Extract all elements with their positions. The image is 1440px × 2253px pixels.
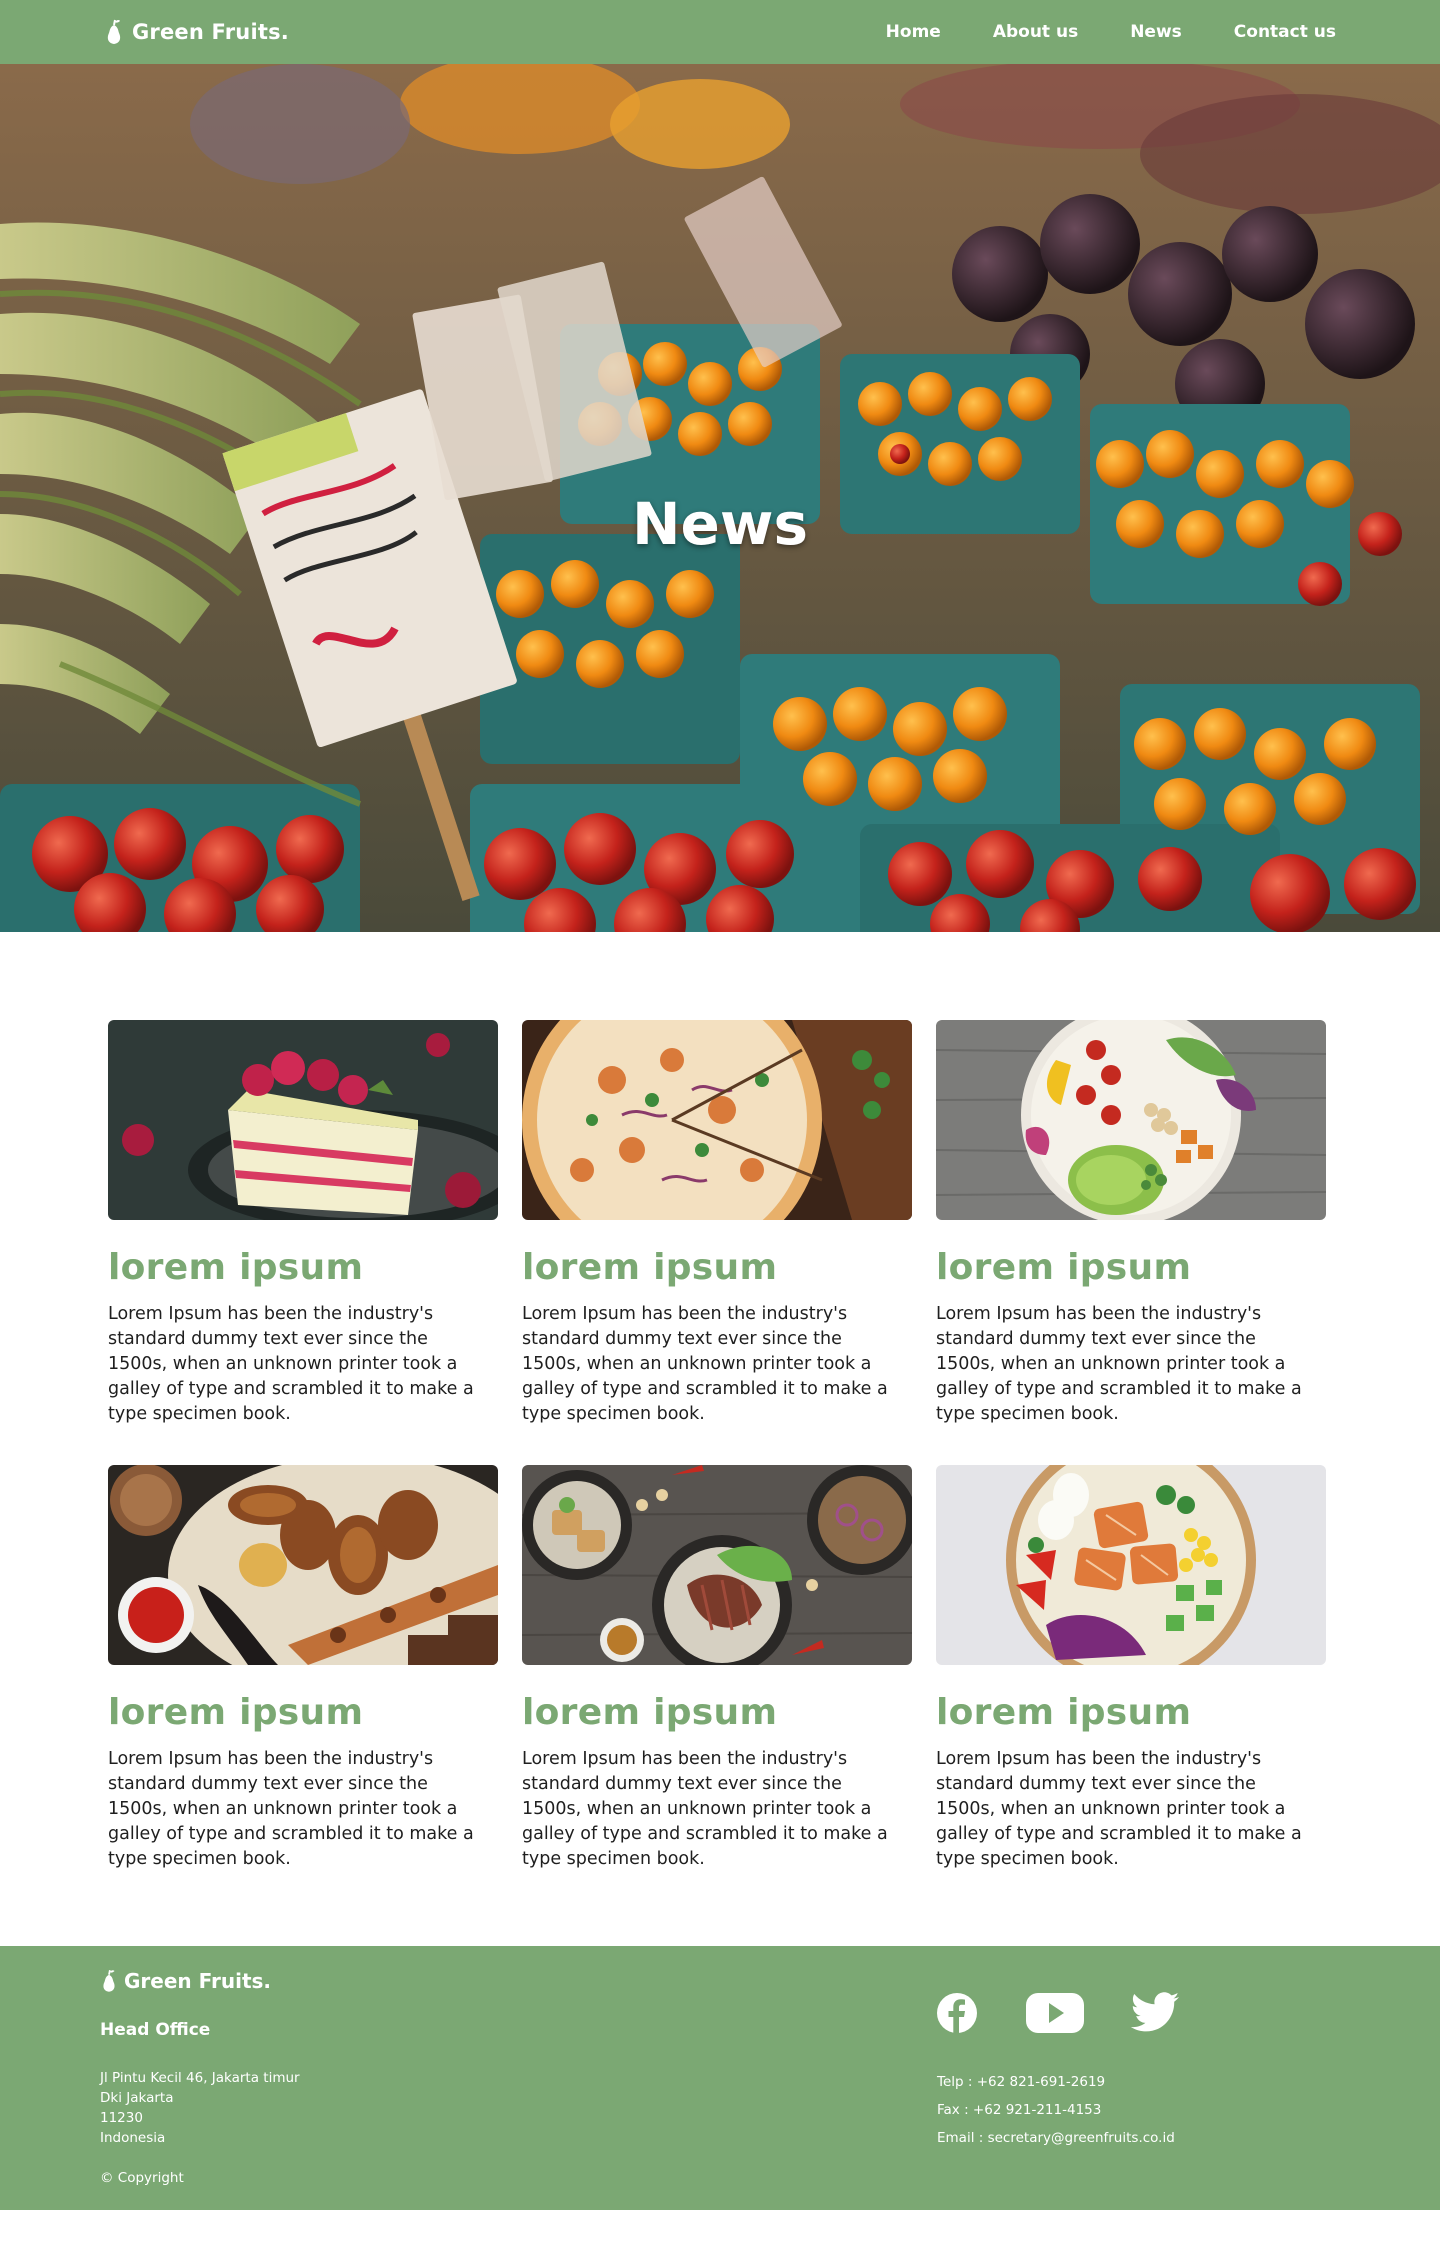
pizza-photo bbox=[522, 1020, 912, 1220]
email-address[interactable]: Email : secretary@greenfruits.co.id bbox=[937, 2124, 1175, 2152]
news-section: lorem ipsum Lorem Ipsum has been the ind… bbox=[0, 932, 1440, 1946]
steak-dishes-photo bbox=[522, 1465, 912, 1665]
social-links bbox=[936, 1992, 1180, 2038]
brand-logo-link[interactable]: Green Fruits. bbox=[104, 16, 289, 48]
pear-icon bbox=[103, 1970, 115, 1992]
card-text: Lorem Ipsum has been the industry's stan… bbox=[522, 1304, 888, 1424]
address-line: Jl Pintu Kecil 46, Jakarta timur bbox=[100, 2070, 300, 2086]
nav-link-about-us[interactable]: About us bbox=[993, 22, 1078, 42]
card-image[interactable] bbox=[936, 1020, 1326, 1220]
raspberry-cake-photo bbox=[108, 1020, 498, 1220]
address-line: Dki Jakarta bbox=[100, 2090, 174, 2106]
footer-brand-name: Green Fruits. bbox=[124, 1969, 272, 1993]
card-title[interactable]: lorem ipsum bbox=[108, 1691, 498, 1735]
news-card[interactable]: lorem ipsum Lorem Ipsum has been the ind… bbox=[522, 1465, 912, 1872]
head-office-heading: Head Office bbox=[100, 2020, 211, 2040]
site-footer: Green Fruits. Head Office Jl Pintu Kecil… bbox=[0, 1946, 1440, 2210]
contact-info: Telp : +62 821-691-2619 Fax : +62 921-21… bbox=[937, 2068, 1175, 2152]
top-navbar: Green Fruits. Home About us News Contact… bbox=[0, 0, 1440, 64]
card-image[interactable] bbox=[522, 1465, 912, 1665]
salad-bowl-photo bbox=[936, 1020, 1326, 1220]
office-address: Jl Pintu Kecil 46, Jakarta timur Dki Jak… bbox=[100, 2068, 300, 2148]
news-grid: lorem ipsum Lorem Ipsum has been the ind… bbox=[108, 1020, 1440, 1872]
footer-brand: Green Fruits. bbox=[100, 1968, 271, 1994]
news-card[interactable]: lorem ipsum Lorem Ipsum has been the ind… bbox=[108, 1020, 498, 1427]
nav-link-contact-us[interactable]: Contact us bbox=[1234, 22, 1336, 42]
card-image[interactable] bbox=[108, 1020, 498, 1220]
phone-number: Telp : +62 821-691-2619 bbox=[937, 2074, 1106, 2090]
card-text: Lorem Ipsum has been the industry's stan… bbox=[936, 1304, 1302, 1424]
salmon-salad-bowl-photo bbox=[936, 1465, 1326, 1665]
card-text: Lorem Ipsum has been the industry's stan… bbox=[108, 1304, 474, 1424]
card-title[interactable]: lorem ipsum bbox=[522, 1691, 912, 1735]
copyright-text: © Copyright bbox=[100, 2170, 184, 2186]
card-title[interactable]: lorem ipsum bbox=[522, 1246, 912, 1290]
address-line: 11230 bbox=[100, 2110, 143, 2126]
card-title[interactable]: lorem ipsum bbox=[936, 1246, 1326, 1290]
card-text: Lorem Ipsum has been the industry's stan… bbox=[522, 1749, 888, 1869]
fax-number: Fax : +62 921-211-4153 bbox=[937, 2102, 1102, 2118]
hero-banner: News bbox=[0, 64, 1440, 932]
address-line: Indonesia bbox=[100, 2130, 166, 2146]
nav-link-news[interactable]: News bbox=[1130, 22, 1182, 42]
grilled-meat-platter-photo bbox=[108, 1465, 498, 1665]
pear-icon bbox=[107, 19, 121, 44]
main-menu: Home About us News Contact us bbox=[886, 0, 1336, 64]
twitter-icon[interactable] bbox=[1130, 1992, 1180, 2038]
card-title[interactable]: lorem ipsum bbox=[108, 1246, 498, 1290]
facebook-icon[interactable] bbox=[936, 1992, 978, 2038]
card-text: Lorem Ipsum has been the industry's stan… bbox=[936, 1749, 1302, 1869]
card-text: Lorem Ipsum has been the industry's stan… bbox=[108, 1749, 474, 1869]
nav-link-home[interactable]: Home bbox=[886, 22, 941, 42]
page-title: News bbox=[632, 490, 808, 558]
brand-name: Green Fruits. bbox=[132, 20, 289, 44]
news-card[interactable]: lorem ipsum Lorem Ipsum has been the ind… bbox=[936, 1020, 1326, 1427]
news-card[interactable]: lorem ipsum Lorem Ipsum has been the ind… bbox=[108, 1465, 498, 1872]
card-image[interactable] bbox=[108, 1465, 498, 1665]
news-card[interactable]: lorem ipsum Lorem Ipsum has been the ind… bbox=[936, 1465, 1326, 1872]
card-image[interactable] bbox=[936, 1465, 1326, 1665]
news-card[interactable]: lorem ipsum Lorem Ipsum has been the ind… bbox=[522, 1020, 912, 1427]
youtube-icon[interactable] bbox=[1026, 1992, 1084, 2038]
card-image[interactable] bbox=[522, 1020, 912, 1220]
card-title[interactable]: lorem ipsum bbox=[936, 1691, 1326, 1735]
